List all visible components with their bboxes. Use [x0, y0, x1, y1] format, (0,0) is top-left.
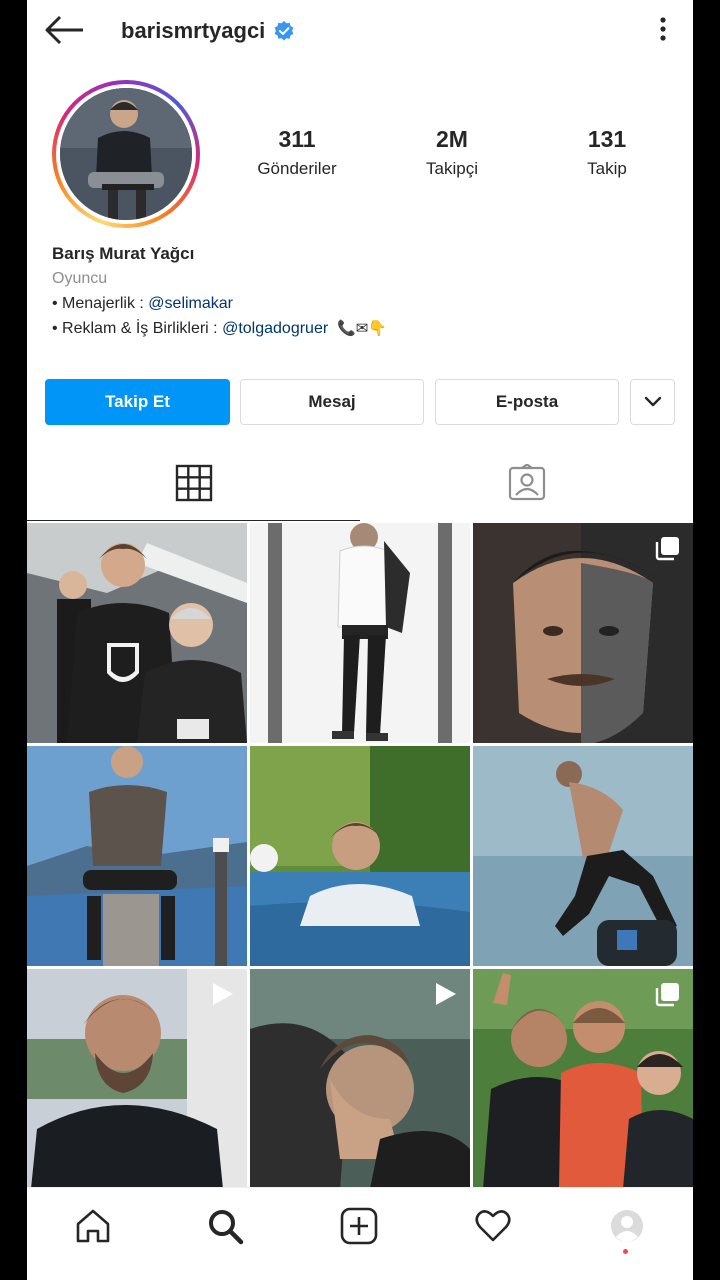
carousel-icon	[655, 537, 679, 561]
bio-line-business: • Reklam & İş Birlikleri : @tolgadogruer…	[52, 316, 672, 341]
post-tile[interactable]	[250, 746, 470, 966]
play-icon	[436, 983, 456, 1005]
bio-line-text: • Reklam & İş Birlikleri :	[52, 320, 223, 337]
chevron-down-icon	[644, 396, 661, 407]
email-button[interactable]: E-posta	[435, 379, 619, 425]
nav-activity[interactable]	[473, 1206, 513, 1246]
nav-new-post[interactable]	[339, 1206, 379, 1246]
follow-button[interactable]: Takip Et	[45, 379, 230, 425]
post-tile[interactable]	[473, 969, 693, 1189]
tab-posts-grid[interactable]	[27, 445, 360, 521]
suggested-accounts-button[interactable]	[630, 379, 675, 425]
posts-grid	[27, 523, 693, 1189]
verified-badge-icon	[274, 20, 294, 41]
carousel-icon	[655, 983, 679, 1007]
nav-home[interactable]	[73, 1206, 113, 1246]
more-vertical-icon	[660, 17, 666, 41]
back-button[interactable]	[43, 12, 87, 48]
play-icon	[213, 983, 233, 1005]
home-icon	[76, 1209, 110, 1243]
tagged-person-icon	[508, 464, 545, 501]
nav-search[interactable]	[205, 1206, 245, 1246]
more-options-button[interactable]	[651, 14, 675, 44]
mention-link[interactable]: @tolgadogruer	[222, 320, 328, 337]
stat-following[interactable]: 131 Takip	[547, 126, 667, 179]
posts-count: 311	[278, 126, 316, 152]
mention-link[interactable]: @selimakar	[148, 295, 233, 312]
profile-avatar[interactable]	[52, 80, 200, 228]
avatar-photo	[60, 88, 192, 220]
post-tile[interactable]	[473, 746, 693, 966]
bio-line-text: • Menajerlik :	[52, 295, 149, 312]
profile-tabs	[27, 445, 693, 521]
following-label: Takip	[587, 159, 627, 178]
grid-icon	[175, 464, 212, 501]
nav-profile[interactable]	[607, 1206, 647, 1246]
post-tile[interactable]	[27, 969, 247, 1189]
plus-square-icon	[340, 1207, 378, 1245]
tab-tagged[interactable]	[360, 445, 693, 521]
followers-count: 2M	[436, 126, 468, 152]
profile-stats: 311 Gönderiler 2M Takipçi 131 Takip	[237, 126, 667, 179]
search-icon	[209, 1210, 244, 1245]
stat-followers[interactable]: 2M Takipçi	[392, 126, 512, 179]
heart-icon	[475, 1210, 511, 1242]
post-tile[interactable]	[250, 969, 470, 1189]
bio-line-management: • Menajerlik : @selimakar	[52, 291, 672, 316]
bio-emoji: 📞✉👇	[337, 319, 387, 337]
arrow-left-icon	[45, 15, 83, 45]
top-bar: barismrtyagci	[27, 0, 693, 60]
username: barismrtyagci	[121, 18, 266, 43]
display-name: Barış Murat Yağcı	[52, 244, 195, 263]
posts-label: Gönderiler	[257, 159, 337, 178]
post-tile[interactable]	[27, 746, 247, 966]
bottom-navigation	[27, 1187, 693, 1280]
post-tile[interactable]	[27, 523, 247, 743]
following-count: 131	[587, 126, 627, 152]
stat-posts[interactable]: 311 Gönderiler	[237, 126, 357, 179]
followers-label: Takipçi	[426, 159, 478, 178]
profile-actions: Takip Et Mesaj E-posta	[45, 379, 675, 425]
profile-bio: Barış Murat Yağcı Oyuncu • Menajerlik : …	[52, 241, 672, 341]
username-header: barismrtyagci	[121, 16, 295, 46]
post-tile[interactable]	[473, 523, 693, 743]
message-button[interactable]: Mesaj	[240, 379, 424, 425]
post-tile[interactable]	[250, 523, 470, 743]
profile-screen: barismrtyagci 311 Gönderiler 2M Takipçi …	[27, 0, 693, 1280]
profile-notification-dot	[623, 1249, 628, 1254]
profile-avatar-icon	[611, 1210, 643, 1242]
profile-category: Oyuncu	[52, 270, 108, 287]
